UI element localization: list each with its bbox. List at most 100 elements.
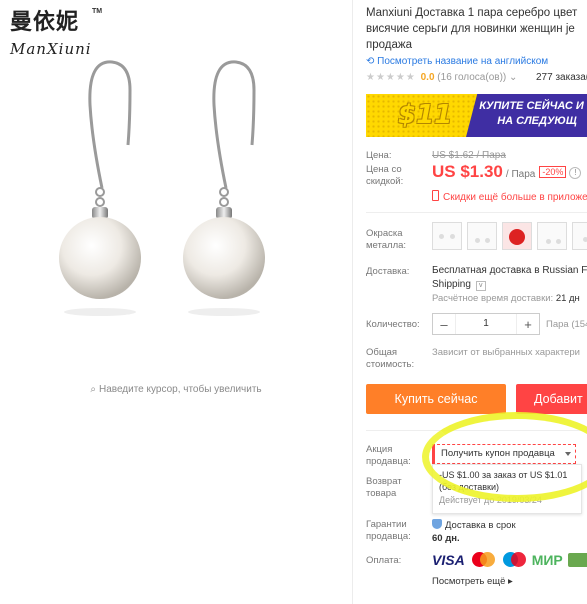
seller-promo-label: Акция продавца: bbox=[366, 444, 411, 468]
label-line: Общая bbox=[366, 347, 398, 358]
coupon-select[interactable]: Получить купон продавца bbox=[432, 444, 576, 464]
price-unit: / Пара bbox=[505, 169, 536, 180]
divider bbox=[366, 212, 587, 213]
swatch-option[interactable] bbox=[432, 222, 462, 250]
divider bbox=[366, 430, 587, 431]
discount-price-label: Цена со скидкой: bbox=[366, 164, 403, 188]
translate-link-text: Посмотреть название на английском bbox=[377, 56, 549, 67]
brand-name-cn: 曼依妮 bbox=[10, 9, 80, 35]
swatch-option[interactable] bbox=[502, 222, 532, 250]
mir-icon-text: Р bbox=[553, 551, 563, 568]
see-more-link[interactable]: Посмотреть ещё ▸ bbox=[432, 576, 513, 587]
title-line: Manxiuni Доставка 1 пара серебро цвет bbox=[366, 7, 578, 19]
total-label: Общая стоимость: bbox=[366, 347, 414, 371]
delivery-time-value: 21 дн bbox=[555, 293, 580, 304]
swatch-option[interactable] bbox=[537, 222, 567, 250]
coupon-select-text: Получить купон продавца bbox=[441, 448, 555, 459]
buy-now-button[interactable]: Купить сейчас bbox=[366, 384, 506, 414]
guarantee-line: Доставка в срок bbox=[445, 520, 516, 531]
info-icon[interactable]: ! bbox=[569, 167, 582, 179]
add-to-cart-button[interactable]: Добавит bbox=[516, 384, 587, 414]
divider bbox=[352, 0, 353, 604]
banner-cta-line: НА СЛЕДУЮЩ bbox=[497, 115, 577, 127]
metal-color-label: Окраска металла: bbox=[366, 228, 406, 252]
banner-amount: $11 bbox=[398, 100, 453, 130]
title-line: висячие серьги для новинки женщин je bbox=[366, 23, 575, 35]
payment-methods: VISA МИР bbox=[432, 551, 587, 568]
swatch-option[interactable] bbox=[467, 222, 497, 250]
votes-count: (16 голоса(ов)) bbox=[437, 72, 507, 83]
coupon-valid: Действует до 2019/03/24 bbox=[439, 495, 542, 505]
old-price: US $1.62 / Пара bbox=[432, 150, 506, 161]
translate-icon: ⟲ bbox=[366, 56, 378, 67]
magnifier-icon: ⌕ bbox=[90, 384, 96, 395]
label-line: продавца: bbox=[366, 456, 411, 467]
app-discount-link[interactable]: Скидки ещё больше в приложе bbox=[432, 190, 587, 203]
quantity-stepper: – 1 + bbox=[432, 313, 540, 335]
label-line: Возврат bbox=[366, 476, 402, 487]
chevron-down-icon[interactable]: v bbox=[475, 281, 486, 291]
quantity-label: Количество: bbox=[366, 319, 420, 330]
mastercard-icon bbox=[470, 551, 496, 568]
shipping-line: Shipping bbox=[432, 279, 471, 290]
promo-banner[interactable]: $11 КУПИТЕ СЕЙЧАС И П НА СЛЕДУЮЩ bbox=[366, 94, 587, 137]
label-line: стоимость: bbox=[366, 359, 415, 370]
chevron-down-icon bbox=[565, 452, 571, 456]
mir-icon-text: МИ bbox=[531, 551, 554, 568]
product-gallery: 曼依妮 TM ManXiuni ⌕ Наведите курсор, чтобы… bbox=[0, 0, 352, 604]
delivery-time-label: Расчётное время доставки: bbox=[432, 293, 554, 304]
right-earring bbox=[183, 60, 265, 316]
returns-label: Возврат товара bbox=[366, 476, 402, 500]
total-note: Зависит от выбранных характери bbox=[432, 347, 580, 358]
guarantee-days: 60 дн. bbox=[432, 533, 460, 544]
discount-badge: -20% bbox=[539, 166, 567, 178]
product-image[interactable] bbox=[30, 50, 320, 350]
price-amount: US $1.30 bbox=[432, 162, 503, 181]
quantity-minus-button[interactable]: – bbox=[433, 317, 455, 332]
price-label: Цена: bbox=[366, 150, 392, 161]
coupon-note: (без доставки) bbox=[439, 482, 500, 492]
metal-color-options bbox=[432, 222, 587, 250]
shipping-line: Бесплатная доставка в Russian F bbox=[432, 265, 587, 276]
zoom-hint: ⌕ Наведите курсор, чтобы увеличить bbox=[0, 384, 352, 395]
product-title: Manxiuni Доставка 1 пара серебро цвет ви… bbox=[366, 5, 587, 53]
quantity-plus-button[interactable]: + bbox=[517, 317, 539, 332]
discount-price: US $1.30/ Пара -20%! bbox=[432, 162, 582, 182]
title-line: продажа bbox=[366, 39, 412, 51]
coupon-dropdown[interactable]: -US $1.00 за заказ от US $1.01 (без дост… bbox=[432, 464, 582, 514]
label-line: Акция bbox=[366, 444, 393, 455]
label-line: металла: bbox=[366, 240, 407, 251]
label-line: продавца: bbox=[366, 531, 411, 542]
orders-count: 277 заказа( bbox=[536, 72, 587, 83]
swatch-option[interactable] bbox=[572, 222, 587, 250]
app-discount-text: Скидки ещё больше в приложе bbox=[443, 192, 587, 203]
rating[interactable]: ★★★★★ 0.0 (16 голоса(ов)) ⌄ bbox=[366, 72, 517, 83]
banner-cta-line: КУПИТЕ СЕЙЧАС И П bbox=[479, 100, 587, 112]
quantity-available: Пара (154 Пара bbox=[546, 319, 587, 330]
payment-label: Оплата: bbox=[366, 555, 402, 566]
payment-icon bbox=[567, 552, 587, 567]
banner-cta: КУПИТЕ СЕЙЧАС И П НА СЛЕДУЮЩ bbox=[472, 99, 587, 129]
quantity-input[interactable]: 1 bbox=[455, 314, 517, 334]
phone-icon bbox=[432, 190, 439, 201]
label-line: Гарантии bbox=[366, 519, 407, 530]
guarantee-info[interactable]: Доставка в срок 60 дн. bbox=[432, 519, 516, 545]
brand-logo: 曼依妮 TM ManXiuni bbox=[10, 4, 102, 58]
shipping-method[interactable]: Бесплатная доставка в Russian F Shipping… bbox=[432, 264, 587, 292]
shield-icon bbox=[432, 519, 442, 529]
label-line: Цена со bbox=[366, 164, 402, 175]
maestro-icon bbox=[501, 551, 527, 568]
trademark: TM bbox=[92, 8, 103, 15]
delivery-time: Расчётное время доставки: 21 дн bbox=[432, 293, 580, 304]
coupon-offer: -US $1.00 за заказ от US $1.01 bbox=[439, 470, 568, 480]
label-line: Окраска bbox=[366, 228, 403, 239]
guarantee-label: Гарантии продавца: bbox=[366, 519, 411, 543]
left-earring bbox=[59, 60, 141, 316]
label-line: скидкой: bbox=[366, 176, 404, 187]
translate-title-link[interactable]: ⟲ Посмотреть название на английском bbox=[366, 56, 548, 67]
label-line: товара bbox=[366, 488, 397, 499]
chevron-down-icon: ⌄ bbox=[509, 72, 518, 83]
shipping-label: Доставка: bbox=[366, 266, 410, 277]
star-rating-icon: ★★★★★ bbox=[366, 72, 416, 83]
zoom-hint-text: Наведите курсор, чтобы увеличить bbox=[98, 384, 262, 395]
